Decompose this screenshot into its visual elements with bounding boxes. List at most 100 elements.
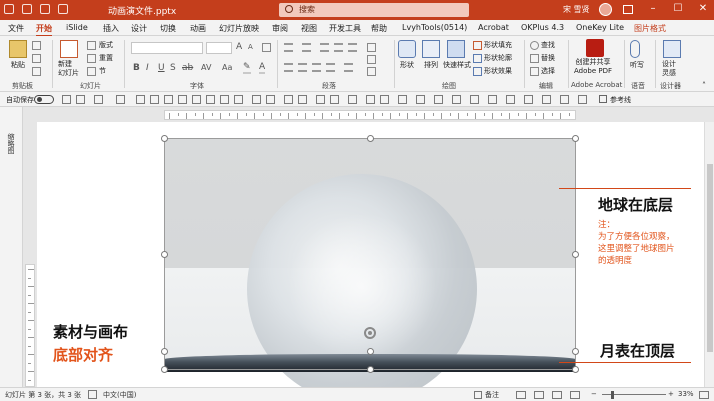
undo-icon[interactable] — [62, 95, 71, 104]
label-align-line2[interactable]: 底部对齐 — [53, 344, 113, 365]
tab-help[interactable]: 帮助 — [371, 23, 387, 34]
search-box[interactable]: 搜索 — [279, 3, 469, 17]
vertical-scrollbar[interactable] — [704, 122, 714, 387]
eyedropper-icon[interactable] — [506, 95, 515, 104]
align-bottom-objects-icon[interactable] — [206, 95, 215, 104]
tab-home[interactable]: 开始 — [36, 23, 52, 37]
section-button[interactable]: 节 — [99, 66, 106, 76]
tab-acrobat[interactable]: Acrobat — [478, 23, 509, 32]
decrease-font-icon[interactable]: A — [248, 43, 253, 51]
line-color-icon[interactable] — [470, 95, 479, 104]
underline-button[interactable]: U — [158, 63, 165, 73]
cut-icon[interactable] — [32, 41, 41, 50]
align-text-icon[interactable] — [367, 55, 376, 64]
start-slideshow-icon[interactable] — [58, 4, 68, 14]
select-button[interactable]: 选择 — [541, 66, 555, 76]
tab-okplus[interactable]: OKPlus 4.3 — [521, 23, 564, 32]
tab-slideshow[interactable]: 幻灯片放映 — [219, 23, 259, 34]
reset-button[interactable]: 重置 — [99, 53, 113, 63]
align-middle-objects-icon[interactable] — [192, 95, 201, 104]
tab-design[interactable]: 设计 — [131, 23, 147, 34]
paste-button[interactable]: 粘贴 — [11, 60, 25, 70]
design-ideas-icon[interactable] — [663, 40, 681, 58]
redo-icon[interactable] — [40, 4, 50, 14]
shapes-icon[interactable] — [398, 40, 416, 58]
resize-handle-se[interactable] — [572, 366, 579, 373]
zoom-in-icon[interactable]: + — [668, 390, 674, 398]
rotate-handle-icon[interactable] — [364, 327, 376, 339]
align-center-objects-icon[interactable] — [150, 95, 159, 104]
intersect-icon[interactable] — [380, 95, 389, 104]
justify-icon[interactable] — [326, 63, 335, 72]
font-size-select[interactable] — [206, 42, 232, 54]
arrange-button[interactable]: 排列 — [424, 60, 438, 70]
slideshow-view-icon[interactable] — [570, 391, 580, 399]
highlight-color-icon[interactable]: ✎ — [243, 62, 251, 74]
undo-icon[interactable] — [22, 4, 32, 14]
decrease-indent-icon[interactable] — [320, 43, 329, 52]
shadow-button[interactable]: S — [170, 63, 176, 73]
shape-fill-qi-icon[interactable] — [434, 95, 443, 104]
save-icon[interactable] — [94, 95, 103, 104]
increase-indent-icon[interactable] — [334, 43, 343, 52]
zoom-out-icon[interactable]: − — [591, 390, 597, 398]
align-right-objects-icon[interactable] — [164, 95, 173, 104]
guides-checkbox[interactable]: 参考线 — [599, 95, 631, 105]
slide-sorter-icon[interactable] — [534, 391, 544, 399]
clear-format-icon[interactable] — [262, 43, 271, 52]
arrange-icon[interactable] — [422, 40, 440, 58]
bullets-icon[interactable] — [284, 43, 293, 52]
accessibility-icon[interactable] — [88, 390, 97, 399]
rotate-icon[interactable] — [316, 95, 325, 104]
font-color-qi-icon[interactable] — [488, 95, 497, 104]
label-moon-top-layer[interactable]: 月表在顶层 — [600, 340, 675, 361]
strikethrough-button[interactable]: ab — [182, 63, 193, 73]
resize-handle-s-inner[interactable] — [367, 348, 374, 355]
font-family-select[interactable] — [131, 42, 203, 54]
bold-button[interactable]: B — [133, 63, 140, 73]
group-icon[interactable] — [252, 95, 261, 104]
user-name[interactable]: 宋 雪贤 — [563, 4, 590, 15]
char-spacing-button[interactable]: AV — [201, 63, 211, 72]
maximize-icon[interactable]: ☐ — [672, 3, 684, 15]
label-align-line1[interactable]: 素材与画布 — [53, 321, 128, 342]
layout-button[interactable]: 版式 — [99, 40, 113, 50]
align-top-objects-icon[interactable] — [178, 95, 187, 104]
ungroup-icon[interactable] — [266, 95, 275, 104]
collapse-ribbon-icon[interactable]: ˄ — [702, 81, 706, 90]
zoom-level[interactable]: 33% — [678, 390, 694, 398]
slideshow-from-start-icon[interactable] — [116, 95, 125, 104]
scrollbar-thumb[interactable] — [707, 164, 713, 352]
resize-handle-e[interactable] — [572, 251, 579, 258]
align-left-icon[interactable] — [284, 63, 293, 72]
slide-canvas[interactable]: 地球在底层 注： 为了方便各位观察， 这里调整了地球图片 的透明度 月表在顶层 … — [37, 122, 714, 387]
copy-icon[interactable] — [32, 54, 41, 63]
shape-effects-button[interactable]: 形状效果 — [484, 66, 512, 76]
redo-icon[interactable] — [76, 95, 85, 104]
normal-view-icon[interactable] — [516, 391, 526, 399]
fill-color-icon[interactable] — [452, 95, 461, 104]
design-ideas-button[interactable]: 设计 灵感 — [662, 60, 676, 78]
tab-onekey-lite[interactable]: OneKey Lite — [576, 23, 624, 32]
text-box-icon[interactable] — [398, 95, 407, 104]
resize-handle-nw[interactable] — [161, 135, 168, 142]
resize-handle-n[interactable] — [367, 135, 374, 142]
merge-shapes-icon[interactable] — [366, 95, 375, 104]
align-right-icon[interactable] — [312, 63, 321, 72]
save-icon[interactable] — [4, 4, 14, 14]
shape-fill-button[interactable]: 形状填充 — [484, 40, 512, 50]
tab-lvyhtools[interactable]: LvyhTools(0514) — [402, 23, 467, 32]
numbering-icon[interactable] — [302, 43, 311, 52]
quick-styles-button[interactable]: 快速样式 — [443, 60, 471, 70]
find-button[interactable]: 查找 — [541, 40, 555, 50]
tab-view[interactable]: 视图 — [301, 23, 317, 34]
resize-handle-se-inner[interactable] — [572, 348, 579, 355]
close-icon[interactable]: ✕ — [697, 3, 709, 15]
thumbnail-pane[interactable]: 缩略图 — [0, 107, 23, 387]
resize-handle-s[interactable] — [367, 366, 374, 373]
convert-smartart-icon[interactable] — [367, 67, 376, 76]
fit-to-window-icon[interactable] — [699, 391, 709, 399]
tab-picture-format[interactable]: 图片格式 — [634, 23, 666, 34]
bring-forward-icon[interactable] — [284, 95, 293, 104]
italic-button[interactable]: I — [146, 63, 149, 73]
